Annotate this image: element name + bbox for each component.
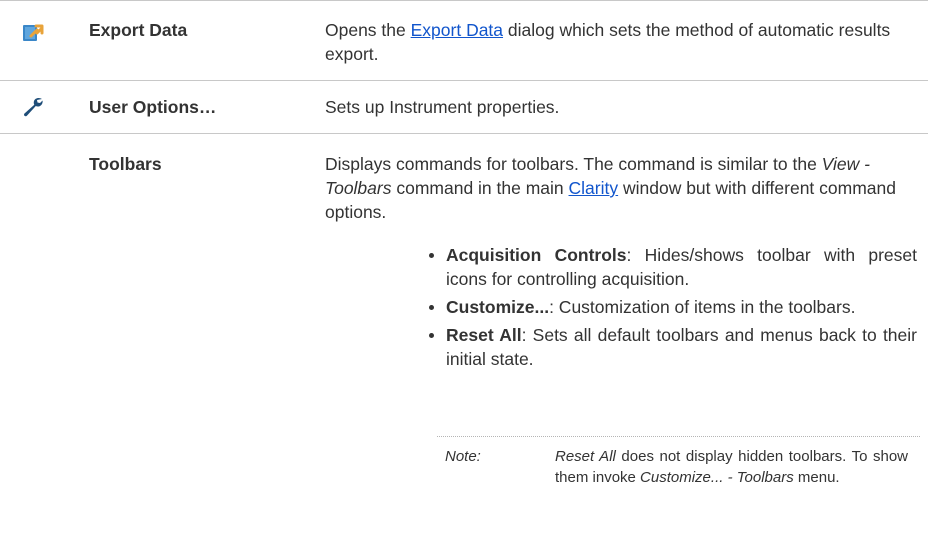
description-user-options: Sets up Instrument properties. [325, 97, 560, 117]
wrench-icon [24, 97, 43, 117]
list-item: Reset All: Sets all default toolbars and… [422, 323, 917, 371]
note-separator [437, 436, 920, 437]
command-name-toolbars: Toolbars [89, 154, 162, 174]
description-export-data: Opens the Export Data dialog which sets … [325, 20, 891, 64]
export-data-icon [23, 24, 44, 41]
list-item: Acquisition Controls: Hides/shows toolba… [422, 243, 917, 291]
list-item: Customize...: Customization of items in … [422, 295, 917, 319]
description-toolbars: Displays commands for toolbars. The comm… [325, 154, 896, 222]
row-separator [0, 133, 928, 134]
note-label: Note: [445, 448, 481, 465]
row-separator [0, 80, 928, 81]
command-name-user-options: User Options… [89, 97, 217, 117]
export-data-link[interactable]: Export Data [411, 20, 503, 40]
note-text: Reset All does not display hidden toolba… [555, 448, 908, 486]
clarity-link[interactable]: Clarity [569, 178, 619, 198]
command-name-export-data: Export Data [89, 20, 188, 40]
top-separator [0, 0, 928, 1]
toolbar-options-list: Acquisition Controls: Hides/shows toolba… [422, 243, 917, 375]
